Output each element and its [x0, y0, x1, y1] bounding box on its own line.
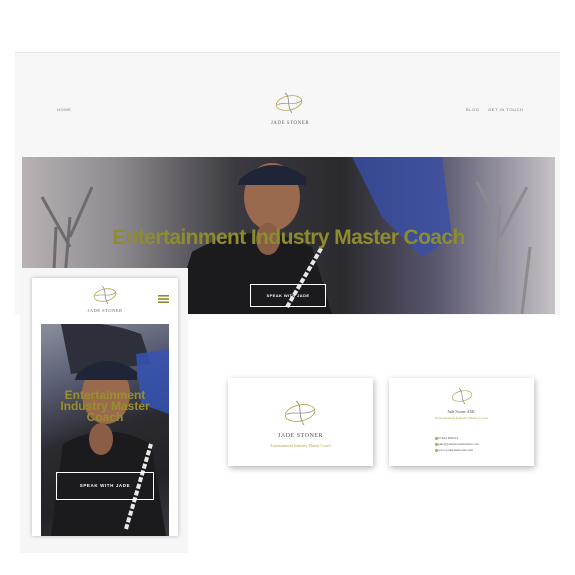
logo-icon — [275, 92, 303, 114]
brand-name: JADE STONER — [270, 121, 310, 126]
mobile-brand-name: JADE STONER — [87, 308, 123, 313]
card-web: www.jadejadestoner.com — [438, 448, 474, 452]
mobile-logo-icon — [93, 285, 117, 305]
business-card-back: Jade Stoner AMC Entertainment Industry M… — [389, 378, 534, 466]
card-back-name: Jade Stoner AMC — [447, 409, 476, 414]
nav-blog-link[interactable]: BLOG — [466, 107, 480, 112]
nav-get-in-touch-link[interactable]: GET IN TOUCH — [488, 107, 524, 112]
mobile-hero-photo — [51, 324, 169, 536]
nav-home-link[interactable]: HOME — [57, 107, 71, 112]
card-subtitle: Entertainment Industry Master Coach — [270, 443, 331, 448]
card-phone: 07424 408213 — [438, 436, 459, 440]
card-back-logo-icon — [451, 387, 473, 405]
card-name: JADE STONER — [278, 433, 323, 439]
card-email: jade@jadejstonermaster.com — [438, 442, 479, 446]
mobile-hero: Entertainment Industry Master Coach SPEA… — [41, 324, 169, 536]
mobile-mockup: JADE STONER Entertainment Industry Maste… — [32, 278, 178, 536]
business-card-front: JADE STONER Entertainment Industry Maste… — [228, 378, 373, 466]
hero-title: Entertainment Industry Master Coach — [112, 226, 465, 249]
card-logo-icon — [284, 400, 316, 426]
card-back-subtitle: Entertainment Industry Master Coach — [435, 416, 488, 420]
hamburger-icon[interactable] — [158, 295, 169, 303]
mobile-speak-with-jade-button[interactable]: SPEAK WITH JADE — [56, 472, 154, 500]
mobile-hero-title: Entertainment Industry Master Coach — [60, 388, 150, 424]
speak-with-jade-button[interactable]: SPEAK WITH JADE — [250, 284, 326, 307]
